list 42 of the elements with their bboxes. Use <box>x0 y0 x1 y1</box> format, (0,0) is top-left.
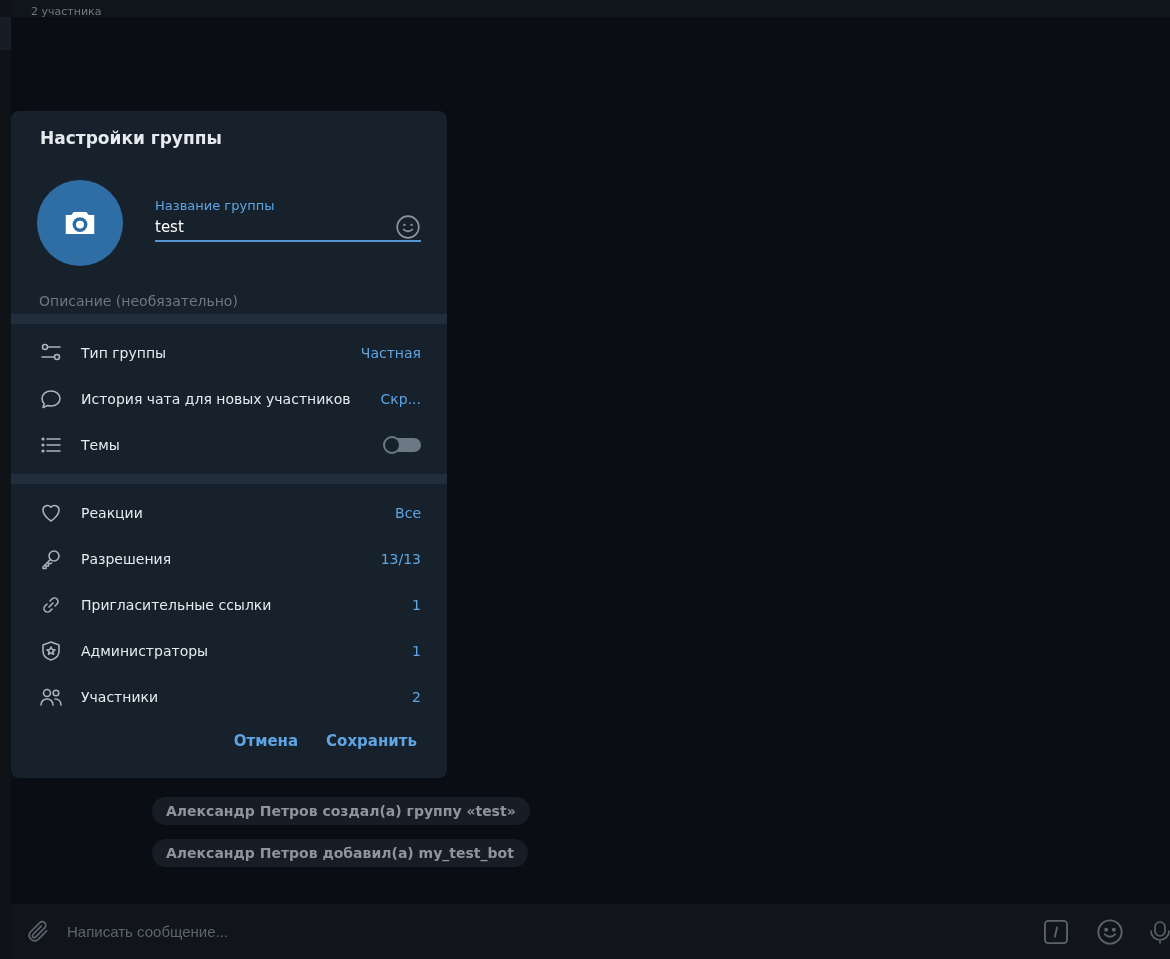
settings-row[interactable]: Пригласительные ссылки 1 <box>11 582 447 628</box>
row-label: Пригласительные ссылки <box>81 597 273 613</box>
row-label: История чата для новых участников <box>81 391 352 407</box>
description-field[interactable]: Описание (необязательно) <box>39 288 419 314</box>
emoji-icon[interactable] <box>1096 917 1124 946</box>
member-count: 2 участника <box>31 6 102 17</box>
row-label: Реакции <box>81 505 144 521</box>
row-value: 1 <box>412 597 421 613</box>
shield-star-icon <box>39 639 63 663</box>
settings-row[interactable]: Темы <box>11 422 447 468</box>
key-icon <box>39 547 63 571</box>
settings-row[interactable]: Разрешения 13/13 <box>11 536 447 582</box>
save-button[interactable]: Сохранить <box>322 724 421 758</box>
row-label: Администраторы <box>81 643 210 659</box>
speech-bubble-icon <box>39 387 63 411</box>
row-value: Частная <box>360 345 421 361</box>
row-value: 13/13 <box>380 551 421 567</box>
row-value: Скр... <box>380 391 421 407</box>
row-value: 2 <box>412 689 421 705</box>
group-name-input[interactable]: test <box>155 217 395 236</box>
row-value: 1 <box>412 643 421 659</box>
settings-row[interactable]: Администраторы 1 <box>11 628 447 674</box>
row-label: Темы <box>81 437 121 453</box>
toggle-switch[interactable] <box>385 438 421 452</box>
row-value: Все <box>395 505 421 521</box>
settings-row[interactable]: История чата для новых участников Скр... <box>11 376 447 422</box>
service-message: Александр Петров добавил(а) my_test_bot <box>152 839 528 867</box>
cancel-button[interactable]: Отмена <box>229 724 303 758</box>
message-input[interactable]: Написать сообщение... <box>65 915 1028 948</box>
service-message: Александр Петров создал(а) группу «test» <box>152 797 530 825</box>
slash-command-icon[interactable] <box>1042 917 1070 946</box>
field-label: Название группы <box>155 198 276 213</box>
emoji-icon[interactable] <box>395 213 421 240</box>
row-label: Участники <box>81 689 160 705</box>
dialog-title: Настройки группы <box>39 127 223 150</box>
settings-row[interactable]: Участники 2 <box>11 674 447 720</box>
settings-row[interactable]: Тип группы Частная <box>11 330 447 376</box>
row-label: Тип группы <box>81 345 168 361</box>
group-name-field[interactable]: test <box>155 213 421 242</box>
settings-row[interactable]: Реакции Все <box>11 490 447 536</box>
row-label: Разрешения <box>81 551 173 567</box>
message-composer[interactable]: Написать сообщение... <box>11 904 1170 959</box>
